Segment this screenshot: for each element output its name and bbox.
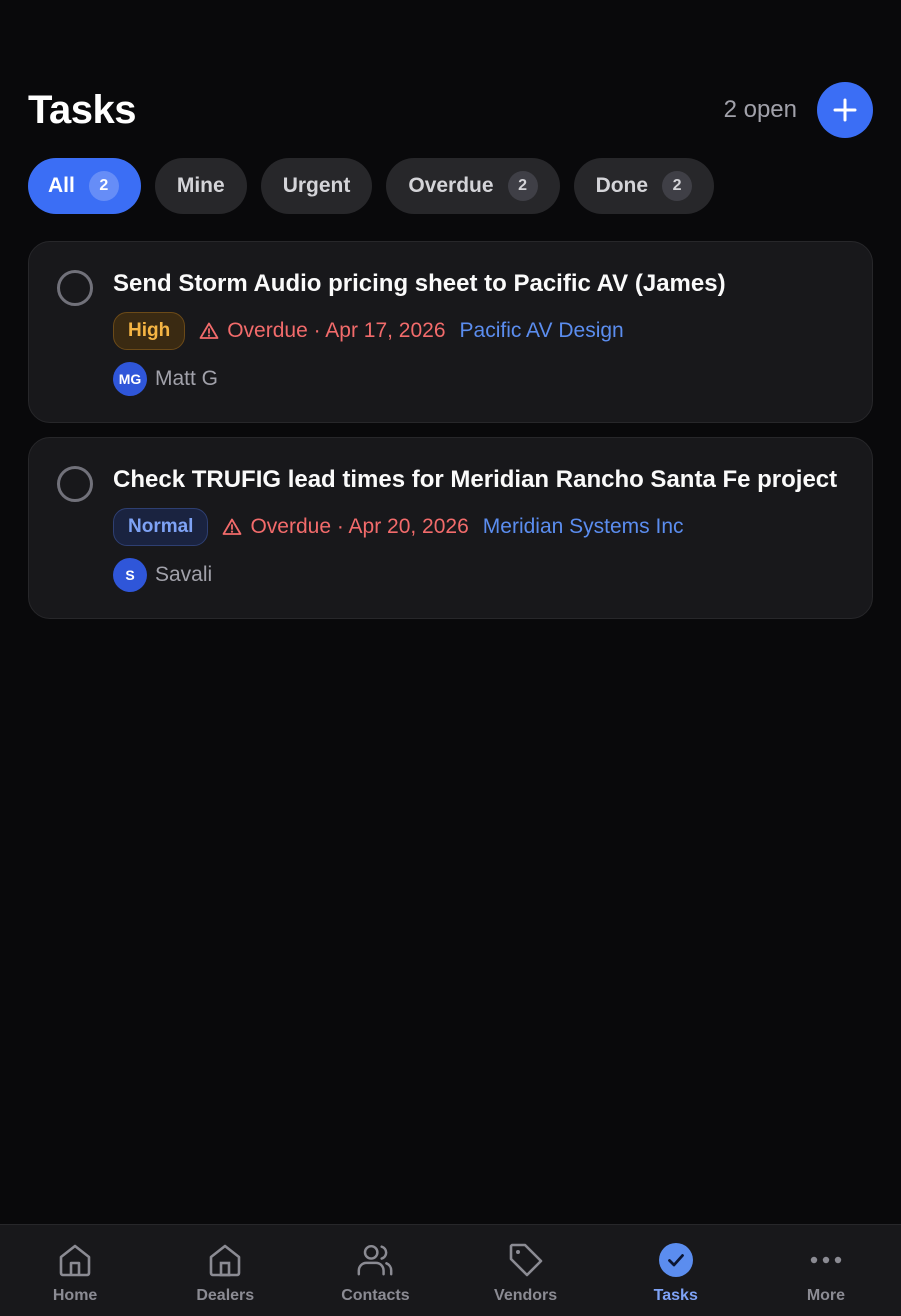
priority-badge: High xyxy=(113,312,186,350)
more-dots-icon xyxy=(806,1241,846,1279)
task-list: Send Storm Audio pricing sheet to Pacifi… xyxy=(28,241,873,633)
task-meta: Normal Overdue · Apr 20, 2026 Meridian S… xyxy=(113,508,852,546)
nav-label: Contacts xyxy=(341,1287,410,1304)
overdue-text: Overdue · Apr 17, 2026 xyxy=(227,319,446,342)
filter-chip-count: 2 xyxy=(662,171,693,201)
filter-chip-urgent[interactable]: Urgent xyxy=(260,158,373,214)
filter-chip-count: 2 xyxy=(507,171,538,201)
task-card[interactable]: Check TRUFIG lead times for Meridian Ran… xyxy=(28,437,873,619)
dealer-link[interactable]: Meridian Systems Inc xyxy=(483,515,684,539)
task-title: Check TRUFIG lead times for Meridian Ran… xyxy=(113,466,838,493)
nav-label: Vendors xyxy=(494,1287,558,1304)
nav-label: More xyxy=(806,1287,846,1304)
users-icon xyxy=(355,1241,395,1279)
task-title: Send Storm Audio pricing sheet to Pacifi… xyxy=(113,270,726,297)
task-body: Send Storm Audio pricing sheet to Pacifi… xyxy=(113,268,852,396)
filter-chips: All 2 Mine Urgent Overdue 2 Done 2 xyxy=(28,158,715,214)
nav-item-tasks[interactable]: Tasks xyxy=(601,1225,751,1316)
nav-label: Dealers xyxy=(196,1287,255,1304)
assignee: S Savali xyxy=(113,558,852,592)
overdue-status: Overdue · Apr 20, 2026 xyxy=(222,515,469,539)
assignee-name: Savali xyxy=(155,563,213,586)
nav-label: Tasks xyxy=(653,1287,698,1304)
assignee: MG Matt G xyxy=(113,362,852,396)
filter-chip-count: 2 xyxy=(88,171,119,201)
filter-chip-mine[interactable]: Mine xyxy=(154,158,247,214)
nav-item-vendors[interactable]: Vendors xyxy=(451,1225,601,1316)
task-card[interactable]: Send Storm Audio pricing sheet to Pacifi… xyxy=(28,241,873,423)
tag-icon xyxy=(506,1241,546,1279)
assignee-name: Matt G xyxy=(155,367,219,390)
bottom-nav: Home Dealers Contacts Vendors Tasks More xyxy=(0,1224,901,1316)
warning-triangle-icon xyxy=(223,518,242,535)
task-complete-checkbox[interactable] xyxy=(57,270,93,306)
header: Tasks 2 open xyxy=(28,82,873,138)
filter-chip-label: Mine xyxy=(176,174,225,197)
dealer-link[interactable]: Pacific AV Design xyxy=(460,319,624,343)
home-icon xyxy=(55,1241,95,1279)
nav-item-dealers[interactable]: Dealers xyxy=(150,1225,300,1316)
tasks-screen: Tasks 2 open All 2 Mine Urgent Overdue 2… xyxy=(0,0,901,1316)
filter-chip-label: All xyxy=(48,174,75,197)
nav-item-home[interactable]: Home xyxy=(0,1225,150,1316)
nav-item-more[interactable]: More xyxy=(751,1225,901,1316)
filter-chip-label: Overdue xyxy=(408,174,494,197)
avatar: MG xyxy=(113,362,147,396)
open-count: 2 open xyxy=(723,96,797,123)
task-complete-checkbox[interactable] xyxy=(57,466,93,502)
priority-badge: Normal xyxy=(113,508,209,546)
overdue-text: Overdue · Apr 20, 2026 xyxy=(250,515,469,538)
warning-triangle-icon xyxy=(199,322,219,339)
filter-chip-all[interactable]: All 2 xyxy=(28,158,141,214)
page-title: Tasks xyxy=(28,87,136,132)
check-circle-icon xyxy=(656,1241,696,1279)
task-body: Check TRUFIG lead times for Meridian Ran… xyxy=(113,464,852,592)
filter-chip-label: Urgent xyxy=(282,174,351,197)
header-actions: 2 open xyxy=(724,82,873,138)
nav-label: Home xyxy=(52,1287,98,1304)
add-task-button[interactable] xyxy=(817,82,873,138)
filter-chip-done[interactable]: Done 2 xyxy=(573,158,715,214)
filter-chip-label: Done xyxy=(595,174,649,197)
nav-item-contacts[interactable]: Contacts xyxy=(300,1225,450,1316)
avatar: S xyxy=(113,558,147,592)
building-icon xyxy=(205,1241,245,1279)
task-meta: High Overdue · Apr 17, 2026 Pacific AV D… xyxy=(113,312,852,350)
plus-icon xyxy=(833,98,857,122)
filter-chip-overdue[interactable]: Overdue 2 xyxy=(386,158,560,214)
overdue-status: Overdue · Apr 17, 2026 xyxy=(199,319,446,343)
